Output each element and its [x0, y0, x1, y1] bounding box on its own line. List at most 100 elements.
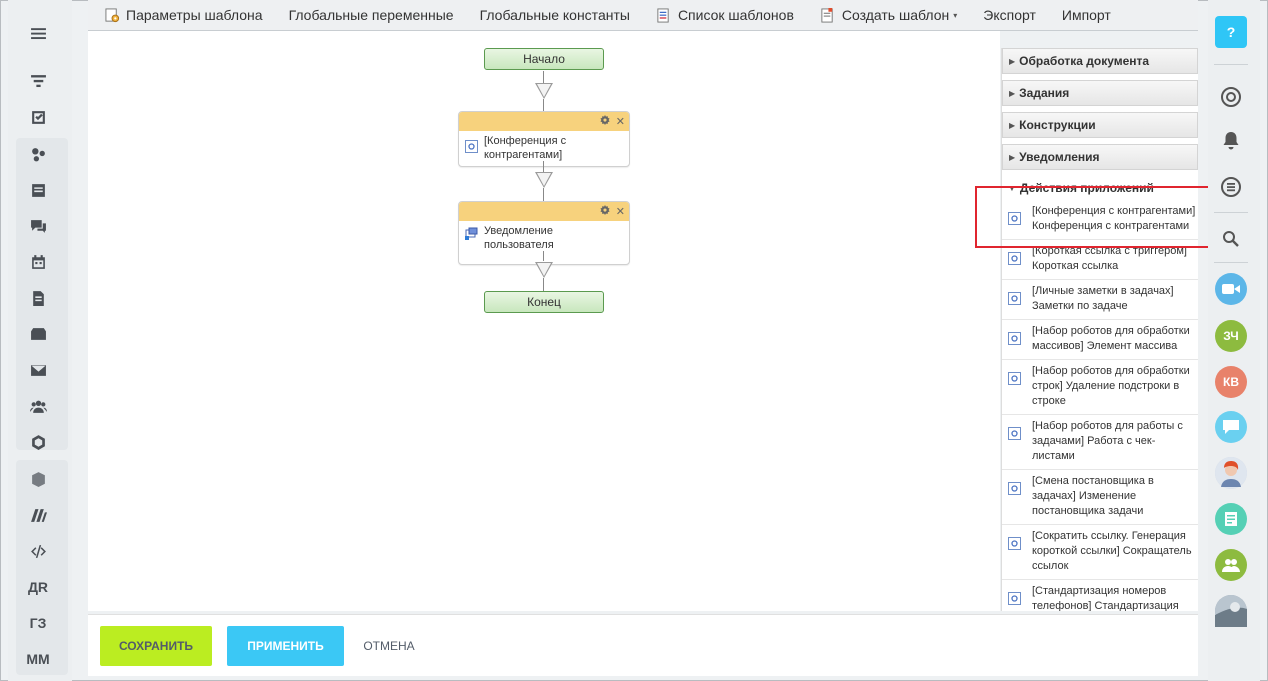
close-icon[interactable]: ✕ [616, 115, 625, 128]
palette-item[interactable]: [Смена постановщика в задачах] Изменение… [1002, 470, 1198, 525]
palette-item-label: [Стандартизация номеров телефонов] Станд… [1032, 585, 1179, 611]
gear-icon[interactable] [600, 115, 610, 128]
notification-icon [465, 227, 478, 240]
chat-icon[interactable] [18, 213, 58, 239]
palette-item-label: [Личные заметки в задачах] Заметки по за… [1032, 285, 1174, 312]
toolbar-import[interactable]: Импорт [1062, 7, 1111, 23]
app-action-icon [1008, 482, 1021, 495]
block-header: ✕ [459, 202, 629, 221]
bell-icon[interactable] [1215, 125, 1247, 157]
toolbar-create-template[interactable]: Создать шаблон ▾ [820, 7, 957, 23]
palette-section-constructs[interactable]: ▶ Конструкции [1002, 112, 1198, 138]
toolbar-global-constants[interactable]: Глобальные константы [480, 7, 630, 23]
apply-button[interactable]: ПРИМЕНИТЬ [227, 625, 344, 666]
designer-toolbar: Параметры шаблона Глобальные переменные … [88, 0, 1198, 31]
toolbar-template-settings-label: Параметры шаблона [126, 7, 263, 23]
palette-item[interactable]: [Сократить ссылку. Генерация короткой сс… [1002, 525, 1198, 580]
hexagon-icon[interactable] [18, 429, 58, 455]
palette-item-label: [Набор роботов для обработки массивов] Э… [1032, 325, 1190, 352]
connector-line [543, 161, 544, 172]
employees-icon[interactable] [18, 393, 58, 419]
shortcut-dr[interactable]: ДR [18, 574, 58, 600]
right-sidebar-divider [1214, 64, 1248, 65]
notes-icon[interactable] [1215, 503, 1247, 535]
block-body: Уведомление пользователя [459, 221, 629, 264]
toolbar-template-list[interactable]: Список шаблонов [656, 7, 794, 23]
connector-line [543, 278, 544, 291]
app-action-icon [1008, 252, 1021, 265]
cube-icon[interactable] [18, 466, 58, 492]
code-icon[interactable] [18, 538, 58, 564]
connector-line [543, 99, 544, 111]
toolbar-global-variables[interactable]: Глобальные переменные [289, 7, 454, 23]
workflow-block-conference[interactable]: ✕ [Конференция с контрагентами] [458, 111, 630, 167]
workflow-end-node[interactable]: Конец [484, 291, 604, 313]
workflow-canvas[interactable]: Начало ✕ [Конференция с контрагентами] ✕ [88, 31, 1000, 611]
palette-item[interactable]: [Набор роботов для обработки строк] Удал… [1002, 360, 1198, 415]
avatar-user-photo[interactable] [1215, 457, 1247, 489]
palette-section-label: Задания [1019, 86, 1070, 100]
workflow-block-notification[interactable]: ✕ Уведомление пользователя [458, 201, 630, 265]
connector-line [543, 251, 544, 261]
shortcut-mm[interactable]: ММ [18, 646, 58, 672]
menu-icon[interactable] [18, 20, 58, 46]
palette-section-notifications[interactable]: ▶ Уведомления [1002, 144, 1198, 170]
palette-item[interactable]: [Личные заметки в задачах] Заметки по за… [1002, 280, 1198, 320]
palette-item[interactable]: [Набор роботов для обработки массивов] Э… [1002, 320, 1198, 360]
document-icon[interactable] [18, 285, 58, 311]
triangle-right-icon: ▶ [1009, 120, 1016, 130]
app-action-icon [1008, 537, 1021, 550]
calendar-icon[interactable] [18, 249, 58, 275]
connector-arrow-inner [537, 263, 551, 276]
gear-icon[interactable] [600, 205, 610, 218]
avatar-user-photo-2[interactable] [1215, 595, 1247, 627]
feed-icon[interactable] [18, 177, 58, 203]
toolbar-create-template-label: Создать шаблон [841, 7, 950, 23]
palette-item[interactable]: [Стандартизация номеров телефонов] Станд… [1002, 580, 1198, 611]
help-button[interactable]: ? [1215, 16, 1247, 48]
marketplace-icon[interactable] [18, 502, 58, 528]
toolbar-export[interactable]: Экспорт [983, 7, 1036, 23]
left-sidebar-group-bottom [16, 460, 68, 675]
list-circle-icon[interactable] [1215, 171, 1247, 203]
template-settings-icon [104, 7, 120, 23]
chat-bubble-icon[interactable] [1215, 411, 1247, 443]
triangle-right-icon: ▶ [1009, 152, 1016, 162]
filter-icon[interactable] [18, 68, 58, 94]
palette-item[interactable]: [Набор роботов для работы с задачами] Ра… [1002, 415, 1198, 470]
drive-icon[interactable] [18, 321, 58, 347]
connector-line [543, 188, 544, 201]
avatar-kv[interactable]: КВ [1215, 366, 1247, 398]
template-list-icon [656, 7, 672, 23]
app-action-icon [1008, 332, 1021, 345]
connector-arrow-inner [537, 84, 551, 97]
palette-section-label: Конструкции [1019, 118, 1096, 132]
mail-icon[interactable] [18, 357, 58, 383]
triangle-right-icon: ▶ [1009, 56, 1016, 66]
app-action-icon [1008, 427, 1021, 440]
shortcut-gz[interactable]: ГЗ [18, 610, 58, 636]
palette-item-label: [Набор роботов для обработки строк] Удал… [1032, 365, 1190, 407]
triangle-right-icon: ▶ [1009, 88, 1016, 98]
avatar-zch[interactable]: ЗЧ [1215, 320, 1247, 352]
cancel-button[interactable]: ОТМЕНА [359, 626, 419, 666]
video-call-icon[interactable] [1215, 273, 1247, 305]
search-icon[interactable] [1215, 223, 1247, 255]
toolbar-template-settings[interactable]: Параметры шаблона [104, 7, 263, 23]
workflow-start-node[interactable]: Начало [484, 48, 604, 70]
tasks-icon[interactable] [18, 104, 58, 130]
toolbar-export-label: Экспорт [983, 7, 1036, 23]
palette-section-label: Обработка документа [1019, 54, 1150, 68]
copilot-icon[interactable] [1215, 81, 1247, 113]
crm-icon[interactable] [18, 141, 58, 167]
toolbar-template-list-label: Список шаблонов [677, 7, 794, 23]
app-action-icon [1008, 372, 1021, 385]
palette-section-tasks[interactable]: ▶ Задания [1002, 80, 1198, 106]
toolbar-global-constants-label: Глобальные константы [479, 7, 630, 23]
activity-palette: ▶ Обработка документа ▶ Задания ▶ Конструкц… [1001, 48, 1198, 611]
group-icon[interactable] [1215, 549, 1247, 581]
palette-section-document[interactable]: ▶ Обработка документа [1002, 48, 1198, 74]
save-button[interactable]: СОХРАНИТЬ [100, 625, 212, 666]
palette-item-label: [Смена постановщика в задачах] Изменение… [1032, 475, 1154, 517]
close-icon[interactable]: ✕ [616, 205, 625, 218]
